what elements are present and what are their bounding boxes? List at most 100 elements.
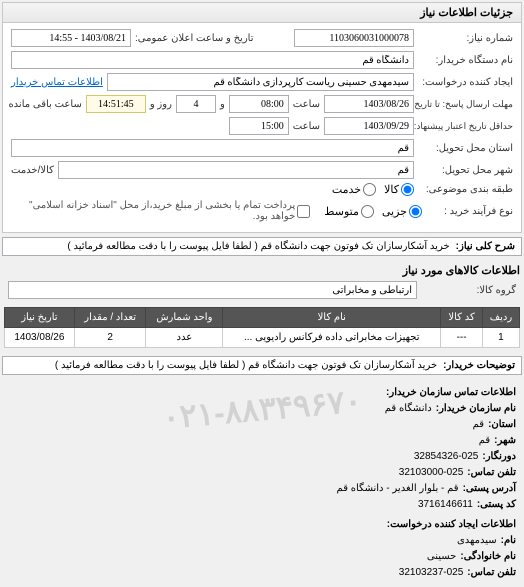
number-input[interactable]	[294, 29, 414, 47]
service-label: کالا/خدمت	[11, 165, 54, 176]
contact-city-value: قم	[479, 433, 490, 449]
requester-input[interactable]	[107, 73, 414, 91]
remaining-days-input[interactable]	[176, 95, 216, 113]
contact-postal: کد پستی: 3716146611	[8, 497, 516, 513]
radio-partial[interactable]	[409, 205, 422, 218]
category-radio-group: کالا خدمت	[332, 183, 414, 196]
response-label: مهلت ارسال پاسخ: تا تاریخ:	[418, 99, 513, 110]
td-code: ---	[441, 328, 483, 348]
phone-value: 32103000-025	[399, 465, 464, 481]
radio-goods-item[interactable]: کالا	[384, 183, 414, 196]
need-details-panel: جزئیات اطلاعات نیاز شماره نیاز: تاریخ و …	[2, 2, 522, 233]
city-input[interactable]	[58, 161, 414, 179]
th-qty: تعداد / مقدار	[74, 308, 146, 328]
row-city: شهر محل تحویل: کالا/خدمت	[11, 161, 513, 179]
contact-province-value: قم	[473, 417, 484, 433]
radio-goods[interactable]	[401, 183, 414, 196]
org-label: نام سازمان خریدار:	[436, 401, 516, 417]
validity-time-input[interactable]	[229, 117, 289, 135]
fax-value: 32854326-025	[414, 449, 479, 465]
payment-note: پرداخت تمام یا بخشی از مبلغ خرید،از محل …	[11, 200, 295, 222]
name-label: نام:	[501, 533, 516, 549]
tel-label: تلفن تماس:	[467, 565, 516, 581]
radio-medium[interactable]	[361, 205, 374, 218]
contact-info: اطلاعات تماس سازمان خریدار: نام سازمان خ…	[0, 379, 524, 587]
goods-table: ردیف کد کالا نام کالا واحد شمارش تعداد /…	[4, 307, 520, 348]
fax-label: دورنگار:	[482, 449, 516, 465]
td-qty: 2	[74, 328, 146, 348]
requester-label: ایجاد کننده درخواست:	[418, 77, 513, 88]
name-value: سیدمهدی	[457, 533, 497, 549]
th-date: تاریخ نیاز	[5, 308, 75, 328]
panel-body: شماره نیاز: تاریخ و ساعت اعلان عمومی: نا…	[3, 23, 521, 232]
row-response: مهلت ارسال پاسخ: تا تاریخ: ساعت و روز و …	[11, 95, 513, 113]
phone-label: تلفن تماس:	[467, 465, 516, 481]
contact-link[interactable]: اطلاعات تماس خریدار	[11, 77, 103, 88]
description-value: خرید آشکارسازان تک فوتون جهت دانشگاه قم …	[67, 241, 449, 252]
radio-service-item[interactable]: خدمت	[332, 183, 376, 196]
contact-org: نام سازمان خریدار: دانشگاه قم	[8, 401, 516, 417]
response-time-input[interactable]	[229, 95, 289, 113]
table-row[interactable]: 1 --- تجهیزات مخابراتی داده فرکانس رادیو…	[5, 328, 520, 348]
validity-date-input[interactable]	[324, 117, 414, 135]
validity-label: حداقل تاریخ اعتبار پیشنهاد: تا تاریخ:	[418, 121, 513, 132]
goods-section-title: اطلاعات کالاهای مورد نیاز	[4, 264, 520, 277]
row-number: شماره نیاز: تاریخ و ساعت اعلان عمومی:	[11, 29, 513, 47]
radio-service-label: خدمت	[332, 183, 361, 196]
type-radio-group: جزیی متوسط	[324, 205, 422, 218]
group-input[interactable]	[8, 281, 417, 299]
response-date-input[interactable]	[324, 95, 414, 113]
buyer-notes-box: توضیحات خریدار: خرید آشکارسازان تک فوتون…	[2, 356, 522, 375]
td-name: تجهیزات مخابراتی داده فرکانس رادیویی ...	[223, 328, 441, 348]
radio-partial-label: جزیی	[382, 205, 407, 218]
radio-partial-item[interactable]: جزیی	[382, 205, 422, 218]
td-unit: عدد	[146, 328, 223, 348]
address-value: قم - بلوار الغدیر - دانشگاه قم	[337, 481, 459, 497]
row-requester: ایجاد کننده درخواست: اطلاعات تماس خریدار	[11, 73, 513, 91]
postal-value: 3716146611	[418, 497, 473, 513]
tel-value: 32103237-025	[399, 565, 464, 581]
response-time-label: ساعت	[293, 99, 320, 110]
announce-label: تاریخ و ساعت اعلان عمومی:	[135, 33, 254, 44]
row-group: گروه کالا:	[0, 281, 524, 299]
group-label: گروه کالا:	[421, 285, 516, 296]
contact-province-label: استان:	[488, 417, 516, 433]
buyer-notes-value: خرید آشکارسازان تک فوتون جهت دانشگاه قم …	[55, 360, 437, 371]
payment-check-item[interactable]: پرداخت تمام یا بخشی از مبلغ خرید،از محل …	[11, 200, 310, 222]
row-province: استان محل تحویل:	[11, 139, 513, 157]
contact-fax: دورنگار: 32854326-025	[8, 449, 516, 465]
remaining-time-input[interactable]	[86, 95, 146, 113]
postal-label: کد پستی:	[477, 497, 516, 513]
and-label: و	[220, 99, 225, 110]
contact-lastname: نام خانوادگی: حسینی	[8, 549, 516, 565]
remaining-suffix: ساعت باقی مانده	[8, 99, 81, 110]
contact-tel: تلفن تماس: 32103237-025	[8, 565, 516, 581]
description-box: شرح کلی نیاز: خرید آشکارسازان تک فوتون ج…	[2, 237, 522, 256]
device-label: نام دستگاه خریدار:	[418, 55, 513, 66]
device-input[interactable]	[11, 51, 414, 69]
contact-phone: تلفن تماس: 32103000-025	[8, 465, 516, 481]
type-label: نوع فرآیند خرید :	[426, 206, 513, 217]
row-validity: حداقل تاریخ اعتبار پیشنهاد: تا تاریخ: سا…	[11, 117, 513, 135]
city-label: شهر محل تحویل:	[418, 165, 513, 176]
table-container: ردیف کد کالا نام کالا واحد شمارش تعداد /…	[0, 303, 524, 352]
province-label: استان محل تحویل:	[418, 143, 513, 154]
radio-medium-item[interactable]: متوسط	[324, 205, 374, 218]
creator-section-title: اطلاعات ایجاد کننده درخواست:	[8, 517, 516, 533]
contact-city: شهر: قم	[8, 433, 516, 449]
contact-city-label: شهر:	[494, 433, 516, 449]
th-unit: واحد شمارش	[146, 308, 223, 328]
lastname-label: نام خانوادگی:	[460, 549, 516, 565]
number-label: شماره نیاز:	[418, 33, 513, 44]
announce-input[interactable]	[11, 29, 131, 47]
contact-province: استان: قم	[8, 417, 516, 433]
province-input[interactable]	[11, 139, 414, 157]
buyer-notes-label: توضیحات خریدار:	[443, 360, 515, 371]
panel-title: جزئیات اطلاعات نیاز	[3, 3, 521, 23]
radio-medium-label: متوسط	[324, 205, 359, 218]
row-device: نام دستگاه خریدار:	[11, 51, 513, 69]
radio-service[interactable]	[363, 183, 376, 196]
payment-checkbox[interactable]	[297, 205, 310, 218]
row-process-type: نوع فرآیند خرید : جزیی متوسط پرداخت تمام…	[11, 200, 513, 222]
contact-name: نام: سیدمهدی	[8, 533, 516, 549]
